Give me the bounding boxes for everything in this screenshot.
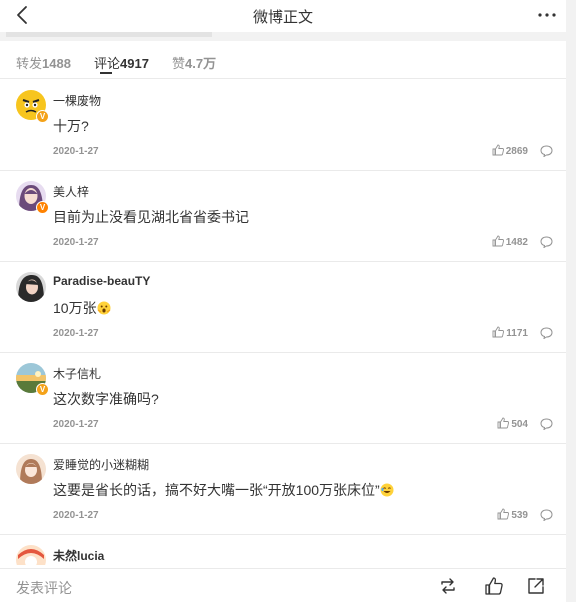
thumb-up-icon[interactable] bbox=[484, 576, 504, 596]
like-count: 539 bbox=[511, 510, 528, 521]
comment-date: 2020-1-27 bbox=[53, 237, 99, 248]
username[interactable]: Paradise-beauTY bbox=[53, 274, 150, 288]
avatar[interactable] bbox=[16, 272, 46, 302]
like-icon bbox=[492, 326, 505, 338]
avatar[interactable]: V bbox=[16, 363, 49, 396]
comment-date: 2020-1-27 bbox=[53, 419, 99, 430]
comment-text: 10万张 bbox=[53, 300, 97, 316]
avatar[interactable]: V bbox=[16, 181, 49, 214]
active-tab-indicator bbox=[100, 72, 112, 74]
like-icon bbox=[492, 144, 504, 156]
like-icon bbox=[492, 235, 504, 247]
cut-off-content bbox=[6, 32, 212, 37]
top-bar: 微博正文 bbox=[0, 0, 566, 32]
tab-reposts-label: 转发 bbox=[16, 56, 43, 71]
like-count: 1171 bbox=[506, 328, 528, 339]
verified-badge: V bbox=[36, 201, 49, 214]
comment-text-row: 10万张 bbox=[53, 298, 111, 318]
divider-strip bbox=[0, 32, 566, 41]
avatar[interactable]: V bbox=[16, 90, 49, 123]
comment-item: V 木子信札 这次数字准确吗? 2020-1-27 504 bbox=[0, 353, 566, 444]
reply-icon[interactable] bbox=[540, 327, 553, 339]
comment-text: 十万? bbox=[53, 118, 89, 134]
avatar[interactable] bbox=[16, 545, 46, 565]
tab-reposts-count: 1488 bbox=[42, 56, 71, 71]
more-icon[interactable] bbox=[534, 6, 560, 24]
tab-bar: 转发1488 评论4917 赞4.7万 bbox=[0, 41, 566, 79]
like-button[interactable]: 1171 bbox=[492, 326, 528, 340]
bottom-bar: 发表评论 bbox=[0, 568, 566, 602]
laugh-emoji bbox=[380, 483, 394, 497]
verified-badge: V bbox=[36, 110, 49, 123]
username[interactable]: 一棵废物 bbox=[53, 92, 101, 109]
like-button[interactable]: 2869 bbox=[492, 144, 528, 158]
comment-item-partial: 未然lucia bbox=[0, 535, 566, 565]
username[interactable]: 未然lucia bbox=[53, 547, 104, 564]
comment-text-row: 这要是省长的话，搞不好大嘴一张“开放100万张床位” bbox=[53, 480, 394, 500]
comment-text: 目前为止没看见湖北省省委书记 bbox=[53, 209, 249, 225]
like-button[interactable]: 1482 bbox=[492, 235, 528, 249]
reply-icon[interactable] bbox=[540, 236, 553, 248]
scrollbar[interactable] bbox=[566, 0, 576, 602]
page-title: 微博正文 bbox=[252, 9, 313, 26]
reply-icon[interactable] bbox=[540, 145, 553, 157]
like-button[interactable]: 539 bbox=[497, 508, 528, 522]
username[interactable]: 木子信札 bbox=[53, 365, 101, 382]
reply-icon[interactable] bbox=[540, 418, 553, 430]
repost-icon[interactable] bbox=[438, 576, 458, 596]
tab-comments-label: 评论 bbox=[94, 56, 121, 71]
tab-reposts[interactable]: 转发1488 bbox=[16, 53, 71, 72]
weibo-page: 微博正文 转发1488 评论4917 赞4.7万 V 一棵废物 十万? 2020… bbox=[0, 0, 566, 602]
comment-date: 2020-1-27 bbox=[53, 146, 99, 157]
username[interactable]: 爱睡觉的小迷糊糊 bbox=[53, 456, 149, 473]
avatar[interactable] bbox=[16, 454, 46, 484]
like-count: 1482 bbox=[505, 237, 528, 248]
tab-comments-count: 4917 bbox=[120, 56, 149, 71]
comment-item: V 美人梓 目前为止没看见湖北省省委书记 2020-1-27 1482 bbox=[0, 171, 566, 262]
share-icon[interactable] bbox=[526, 576, 546, 596]
like-button[interactable]: 504 bbox=[497, 417, 528, 431]
post-comment-button[interactable]: 发表评论 bbox=[16, 578, 72, 598]
comment-item: V 一棵废物 十万? 2020-1-27 2869 bbox=[0, 80, 566, 171]
wow-emoji bbox=[97, 301, 111, 315]
like-count: 504 bbox=[511, 419, 528, 430]
tab-likes-label: 赞 bbox=[172, 56, 186, 71]
comment-text: 这要是省长的话，搞不好大嘴一张“开放100万张床位” bbox=[53, 482, 380, 498]
reply-icon[interactable] bbox=[540, 509, 553, 521]
username[interactable]: 美人梓 bbox=[53, 183, 89, 200]
tab-likes-count: 4.7万 bbox=[185, 56, 217, 71]
like-count: 2869 bbox=[505, 146, 528, 157]
tab-likes[interactable]: 赞4.7万 bbox=[172, 53, 216, 72]
comment-text: 这次数字准确吗? bbox=[53, 391, 159, 407]
like-icon bbox=[497, 417, 510, 429]
comment-date: 2020-1-27 bbox=[53, 510, 99, 521]
verified-badge: V bbox=[36, 383, 49, 396]
comment-item: Paradise-beauTY 10万张 2020-1-27 1171 bbox=[0, 262, 566, 353]
comment-item: 爱睡觉的小迷糊糊 这要是省长的话，搞不好大嘴一张“开放100万张床位” 2020… bbox=[0, 444, 566, 535]
tab-comments[interactable]: 评论4917 bbox=[94, 53, 149, 72]
comment-date: 2020-1-27 bbox=[53, 328, 99, 339]
like-icon bbox=[497, 508, 510, 520]
